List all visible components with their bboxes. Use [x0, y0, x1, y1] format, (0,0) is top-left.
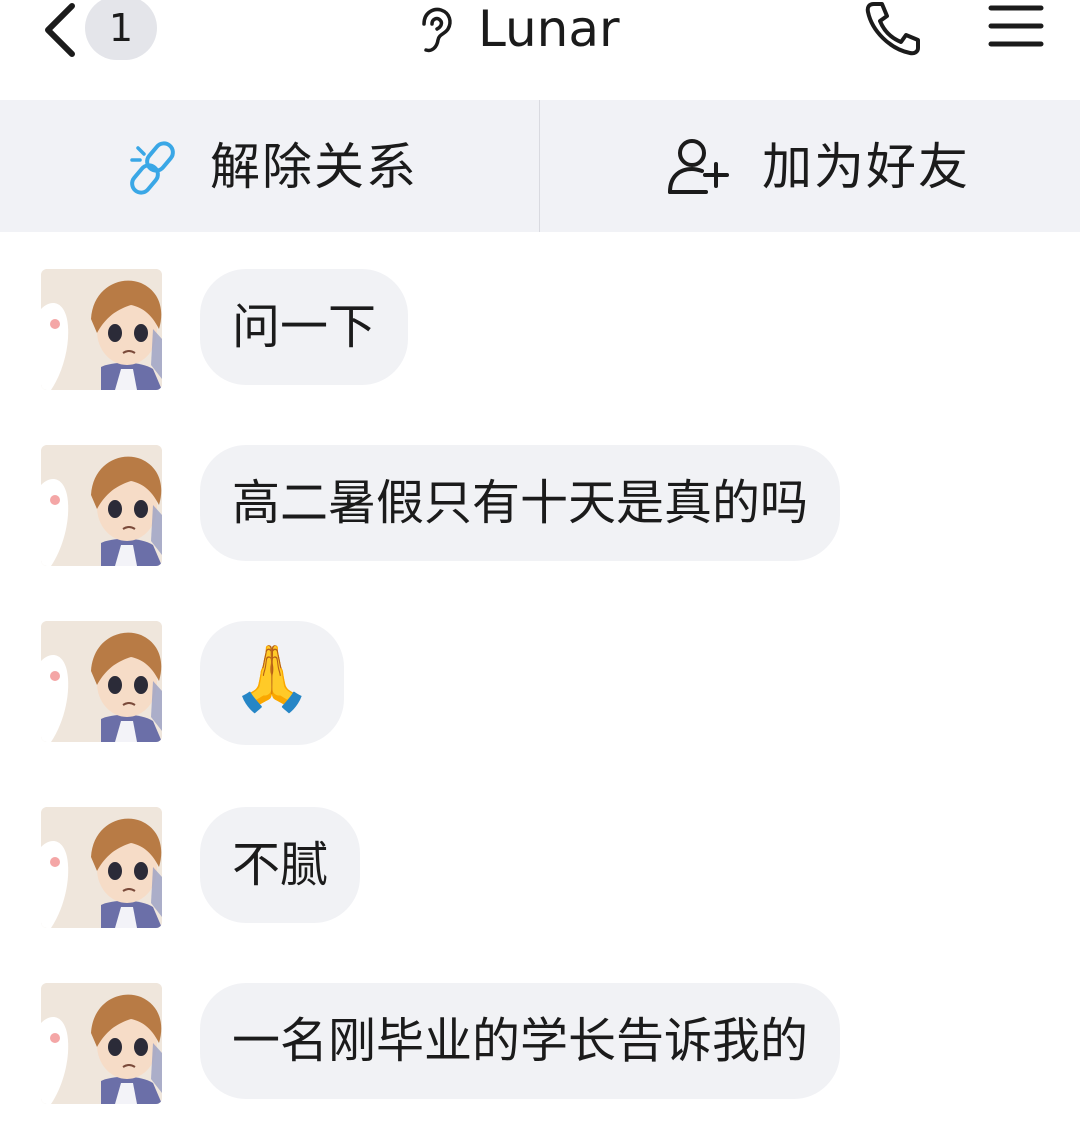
message-row: 高二暑假只有十天是真的吗	[0, 445, 1080, 567]
avatar[interactable]	[41, 983, 162, 1104]
menu-icon[interactable]	[985, 0, 1045, 52]
chat-header: 1 Lunar	[0, 0, 1080, 100]
relationship-action-bar: 解除关系 加为好友	[0, 100, 1080, 232]
unbind-relationship-label: 解除关系	[210, 138, 418, 196]
action-divider	[539, 100, 540, 232]
message-bubble[interactable]: 一名刚毕业的学长告诉我的	[200, 983, 841, 1099]
message-bubble[interactable]: 高二暑假只有十天是真的吗	[200, 445, 841, 561]
ear-icon	[422, 7, 452, 53]
chevron-left-icon	[45, 3, 75, 57]
add-user-icon	[668, 139, 729, 194]
message-row: 一名刚毕业的学长告诉我的	[0, 983, 1080, 1105]
message-bubble[interactable]: 不腻	[200, 807, 361, 923]
back-button[interactable]: 1	[40, 0, 170, 64]
message-row: 🙏	[0, 621, 1080, 745]
message-row: 问一下	[0, 269, 1080, 391]
message-row: 不腻	[0, 807, 1080, 929]
folded-hands-emoji: 🙏	[232, 642, 312, 716]
unbind-relationship-button[interactable]: 解除关系	[0, 100, 539, 232]
avatar[interactable]	[41, 621, 162, 742]
add-friend-label: 加为好友	[762, 138, 970, 196]
message-bubble[interactable]: 🙏	[200, 621, 344, 745]
broken-link-icon	[130, 141, 175, 195]
add-friend-button[interactable]: 加为好友	[540, 100, 1079, 232]
message-bubble[interactable]: 问一下	[200, 269, 409, 385]
avatar[interactable]	[41, 807, 162, 928]
unread-badge: 1	[85, 0, 157, 60]
chat-title: Lunar	[478, 0, 620, 58]
phone-icon[interactable]	[860, 0, 922, 56]
avatar[interactable]	[41, 269, 162, 390]
avatar[interactable]	[41, 445, 162, 566]
